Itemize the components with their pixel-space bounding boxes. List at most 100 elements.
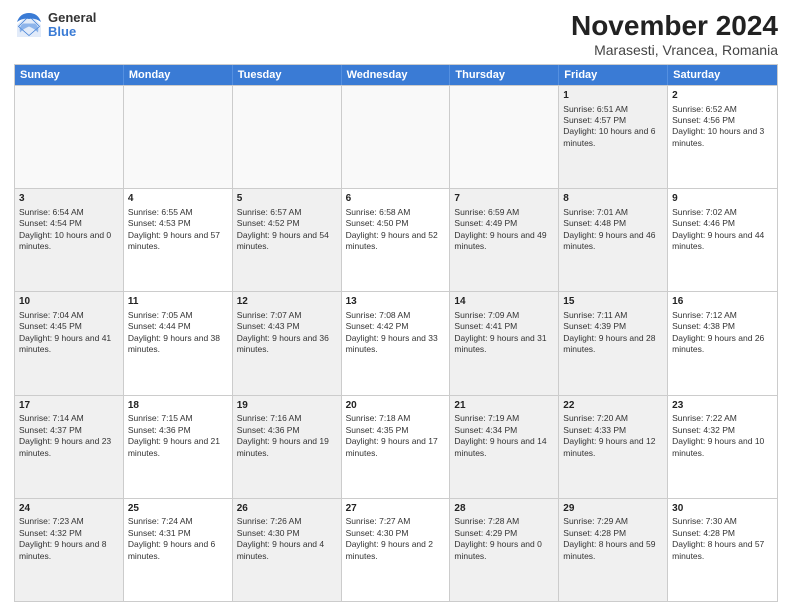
cal-cell-3-2: 19Sunrise: 7:16 AM Sunset: 4:36 PM Dayli… [233,396,342,498]
header-day-friday: Friday [559,65,668,85]
logo-blue: Blue [48,25,96,39]
calendar-row-3: 17Sunrise: 7:14 AM Sunset: 4:37 PM Dayli… [15,395,777,498]
title-block: November 2024 Marasesti, Vrancea, Romani… [571,10,778,58]
logo-icon [14,10,44,40]
cal-cell-0-5: 1Sunrise: 6:51 AM Sunset: 4:57 PM Daylig… [559,86,668,188]
day-number: 7 [454,192,554,206]
day-number: 13 [346,295,446,309]
day-number: 6 [346,192,446,206]
header-day-sunday: Sunday [15,65,124,85]
header-day-thursday: Thursday [450,65,559,85]
calendar-header: SundayMondayTuesdayWednesdayThursdayFrid… [15,65,777,85]
day-info: Sunrise: 7:23 AM Sunset: 4:32 PM Dayligh… [19,516,106,560]
logo-text: General Blue [48,11,96,40]
day-info: Sunrise: 6:57 AM Sunset: 4:52 PM Dayligh… [237,207,329,251]
day-info: Sunrise: 6:55 AM Sunset: 4:53 PM Dayligh… [128,207,220,251]
day-number: 3 [19,192,119,206]
cal-cell-2-2: 12Sunrise: 7:07 AM Sunset: 4:43 PM Dayli… [233,292,342,394]
cal-cell-1-4: 7Sunrise: 6:59 AM Sunset: 4:49 PM Daylig… [450,189,559,291]
cal-cell-3-4: 21Sunrise: 7:19 AM Sunset: 4:34 PM Dayli… [450,396,559,498]
day-info: Sunrise: 7:24 AM Sunset: 4:31 PM Dayligh… [128,516,215,560]
calendar-row-0: 1Sunrise: 6:51 AM Sunset: 4:57 PM Daylig… [15,85,777,188]
cal-cell-1-2: 5Sunrise: 6:57 AM Sunset: 4:52 PM Daylig… [233,189,342,291]
cal-cell-2-5: 15Sunrise: 7:11 AM Sunset: 4:39 PM Dayli… [559,292,668,394]
cal-cell-2-6: 16Sunrise: 7:12 AM Sunset: 4:38 PM Dayli… [668,292,777,394]
cal-cell-0-6: 2Sunrise: 6:52 AM Sunset: 4:56 PM Daylig… [668,86,777,188]
cal-cell-4-0: 24Sunrise: 7:23 AM Sunset: 4:32 PM Dayli… [15,499,124,601]
cal-cell-1-6: 9Sunrise: 7:02 AM Sunset: 4:46 PM Daylig… [668,189,777,291]
cal-cell-2-3: 13Sunrise: 7:08 AM Sunset: 4:42 PM Dayli… [342,292,451,394]
day-number: 25 [128,502,228,516]
cal-cell-0-1 [124,86,233,188]
day-info: Sunrise: 6:52 AM Sunset: 4:56 PM Dayligh… [672,104,764,148]
cal-cell-3-0: 17Sunrise: 7:14 AM Sunset: 4:37 PM Dayli… [15,396,124,498]
day-number: 12 [237,295,337,309]
calendar: SundayMondayTuesdayWednesdayThursdayFrid… [14,64,778,602]
day-info: Sunrise: 6:51 AM Sunset: 4:57 PM Dayligh… [563,104,655,148]
day-info: Sunrise: 7:15 AM Sunset: 4:36 PM Dayligh… [128,413,220,457]
day-number: 28 [454,502,554,516]
cal-cell-4-2: 26Sunrise: 7:26 AM Sunset: 4:30 PM Dayli… [233,499,342,601]
calendar-subtitle: Marasesti, Vrancea, Romania [571,42,778,58]
day-number: 9 [672,192,773,206]
day-number: 26 [237,502,337,516]
day-info: Sunrise: 7:12 AM Sunset: 4:38 PM Dayligh… [672,310,764,354]
day-info: Sunrise: 6:54 AM Sunset: 4:54 PM Dayligh… [19,207,111,251]
page: General Blue November 2024 Marasesti, Vr… [0,0,792,612]
day-info: Sunrise: 7:16 AM Sunset: 4:36 PM Dayligh… [237,413,329,457]
day-info: Sunrise: 6:58 AM Sunset: 4:50 PM Dayligh… [346,207,438,251]
day-info: Sunrise: 7:02 AM Sunset: 4:46 PM Dayligh… [672,207,764,251]
calendar-row-2: 10Sunrise: 7:04 AM Sunset: 4:45 PM Dayli… [15,291,777,394]
cal-cell-3-1: 18Sunrise: 7:15 AM Sunset: 4:36 PM Dayli… [124,396,233,498]
day-number: 21 [454,399,554,413]
day-number: 2 [672,89,773,103]
day-number: 11 [128,295,228,309]
cal-cell-1-5: 8Sunrise: 7:01 AM Sunset: 4:48 PM Daylig… [559,189,668,291]
day-info: Sunrise: 7:28 AM Sunset: 4:29 PM Dayligh… [454,516,541,560]
cal-cell-3-5: 22Sunrise: 7:20 AM Sunset: 4:33 PM Dayli… [559,396,668,498]
day-number: 17 [19,399,119,413]
cal-cell-0-4 [450,86,559,188]
day-info: Sunrise: 7:20 AM Sunset: 4:33 PM Dayligh… [563,413,655,457]
cal-cell-4-4: 28Sunrise: 7:28 AM Sunset: 4:29 PM Dayli… [450,499,559,601]
cal-cell-4-3: 27Sunrise: 7:27 AM Sunset: 4:30 PM Dayli… [342,499,451,601]
day-number: 15 [563,295,663,309]
day-info: Sunrise: 7:22 AM Sunset: 4:32 PM Dayligh… [672,413,764,457]
cal-cell-4-5: 29Sunrise: 7:29 AM Sunset: 4:28 PM Dayli… [559,499,668,601]
day-number: 20 [346,399,446,413]
day-info: Sunrise: 7:09 AM Sunset: 4:41 PM Dayligh… [454,310,546,354]
day-info: Sunrise: 7:29 AM Sunset: 4:28 PM Dayligh… [563,516,655,560]
calendar-title: November 2024 [571,10,778,42]
day-number: 30 [672,502,773,516]
day-number: 10 [19,295,119,309]
calendar-row-1: 3Sunrise: 6:54 AM Sunset: 4:54 PM Daylig… [15,188,777,291]
header-day-saturday: Saturday [668,65,777,85]
day-info: Sunrise: 7:11 AM Sunset: 4:39 PM Dayligh… [563,310,655,354]
cal-cell-4-1: 25Sunrise: 7:24 AM Sunset: 4:31 PM Dayli… [124,499,233,601]
day-info: Sunrise: 7:30 AM Sunset: 4:28 PM Dayligh… [672,516,764,560]
day-info: Sunrise: 7:26 AM Sunset: 4:30 PM Dayligh… [237,516,324,560]
header-day-wednesday: Wednesday [342,65,451,85]
header-day-tuesday: Tuesday [233,65,342,85]
day-number: 27 [346,502,446,516]
day-info: Sunrise: 7:07 AM Sunset: 4:43 PM Dayligh… [237,310,329,354]
day-info: Sunrise: 7:05 AM Sunset: 4:44 PM Dayligh… [128,310,220,354]
header: General Blue November 2024 Marasesti, Vr… [14,10,778,58]
logo-general: General [48,11,96,25]
day-info: Sunrise: 7:19 AM Sunset: 4:34 PM Dayligh… [454,413,546,457]
cal-cell-2-4: 14Sunrise: 7:09 AM Sunset: 4:41 PM Dayli… [450,292,559,394]
day-number: 16 [672,295,773,309]
day-info: Sunrise: 7:01 AM Sunset: 4:48 PM Dayligh… [563,207,655,251]
day-info: Sunrise: 7:27 AM Sunset: 4:30 PM Dayligh… [346,516,433,560]
day-number: 22 [563,399,663,413]
day-info: Sunrise: 7:18 AM Sunset: 4:35 PM Dayligh… [346,413,438,457]
cal-cell-3-6: 23Sunrise: 7:22 AM Sunset: 4:32 PM Dayli… [668,396,777,498]
cal-cell-2-1: 11Sunrise: 7:05 AM Sunset: 4:44 PM Dayli… [124,292,233,394]
day-info: Sunrise: 6:59 AM Sunset: 4:49 PM Dayligh… [454,207,546,251]
day-number: 1 [563,89,663,103]
day-number: 14 [454,295,554,309]
day-number: 24 [19,502,119,516]
day-number: 18 [128,399,228,413]
day-number: 4 [128,192,228,206]
cal-cell-3-3: 20Sunrise: 7:18 AM Sunset: 4:35 PM Dayli… [342,396,451,498]
